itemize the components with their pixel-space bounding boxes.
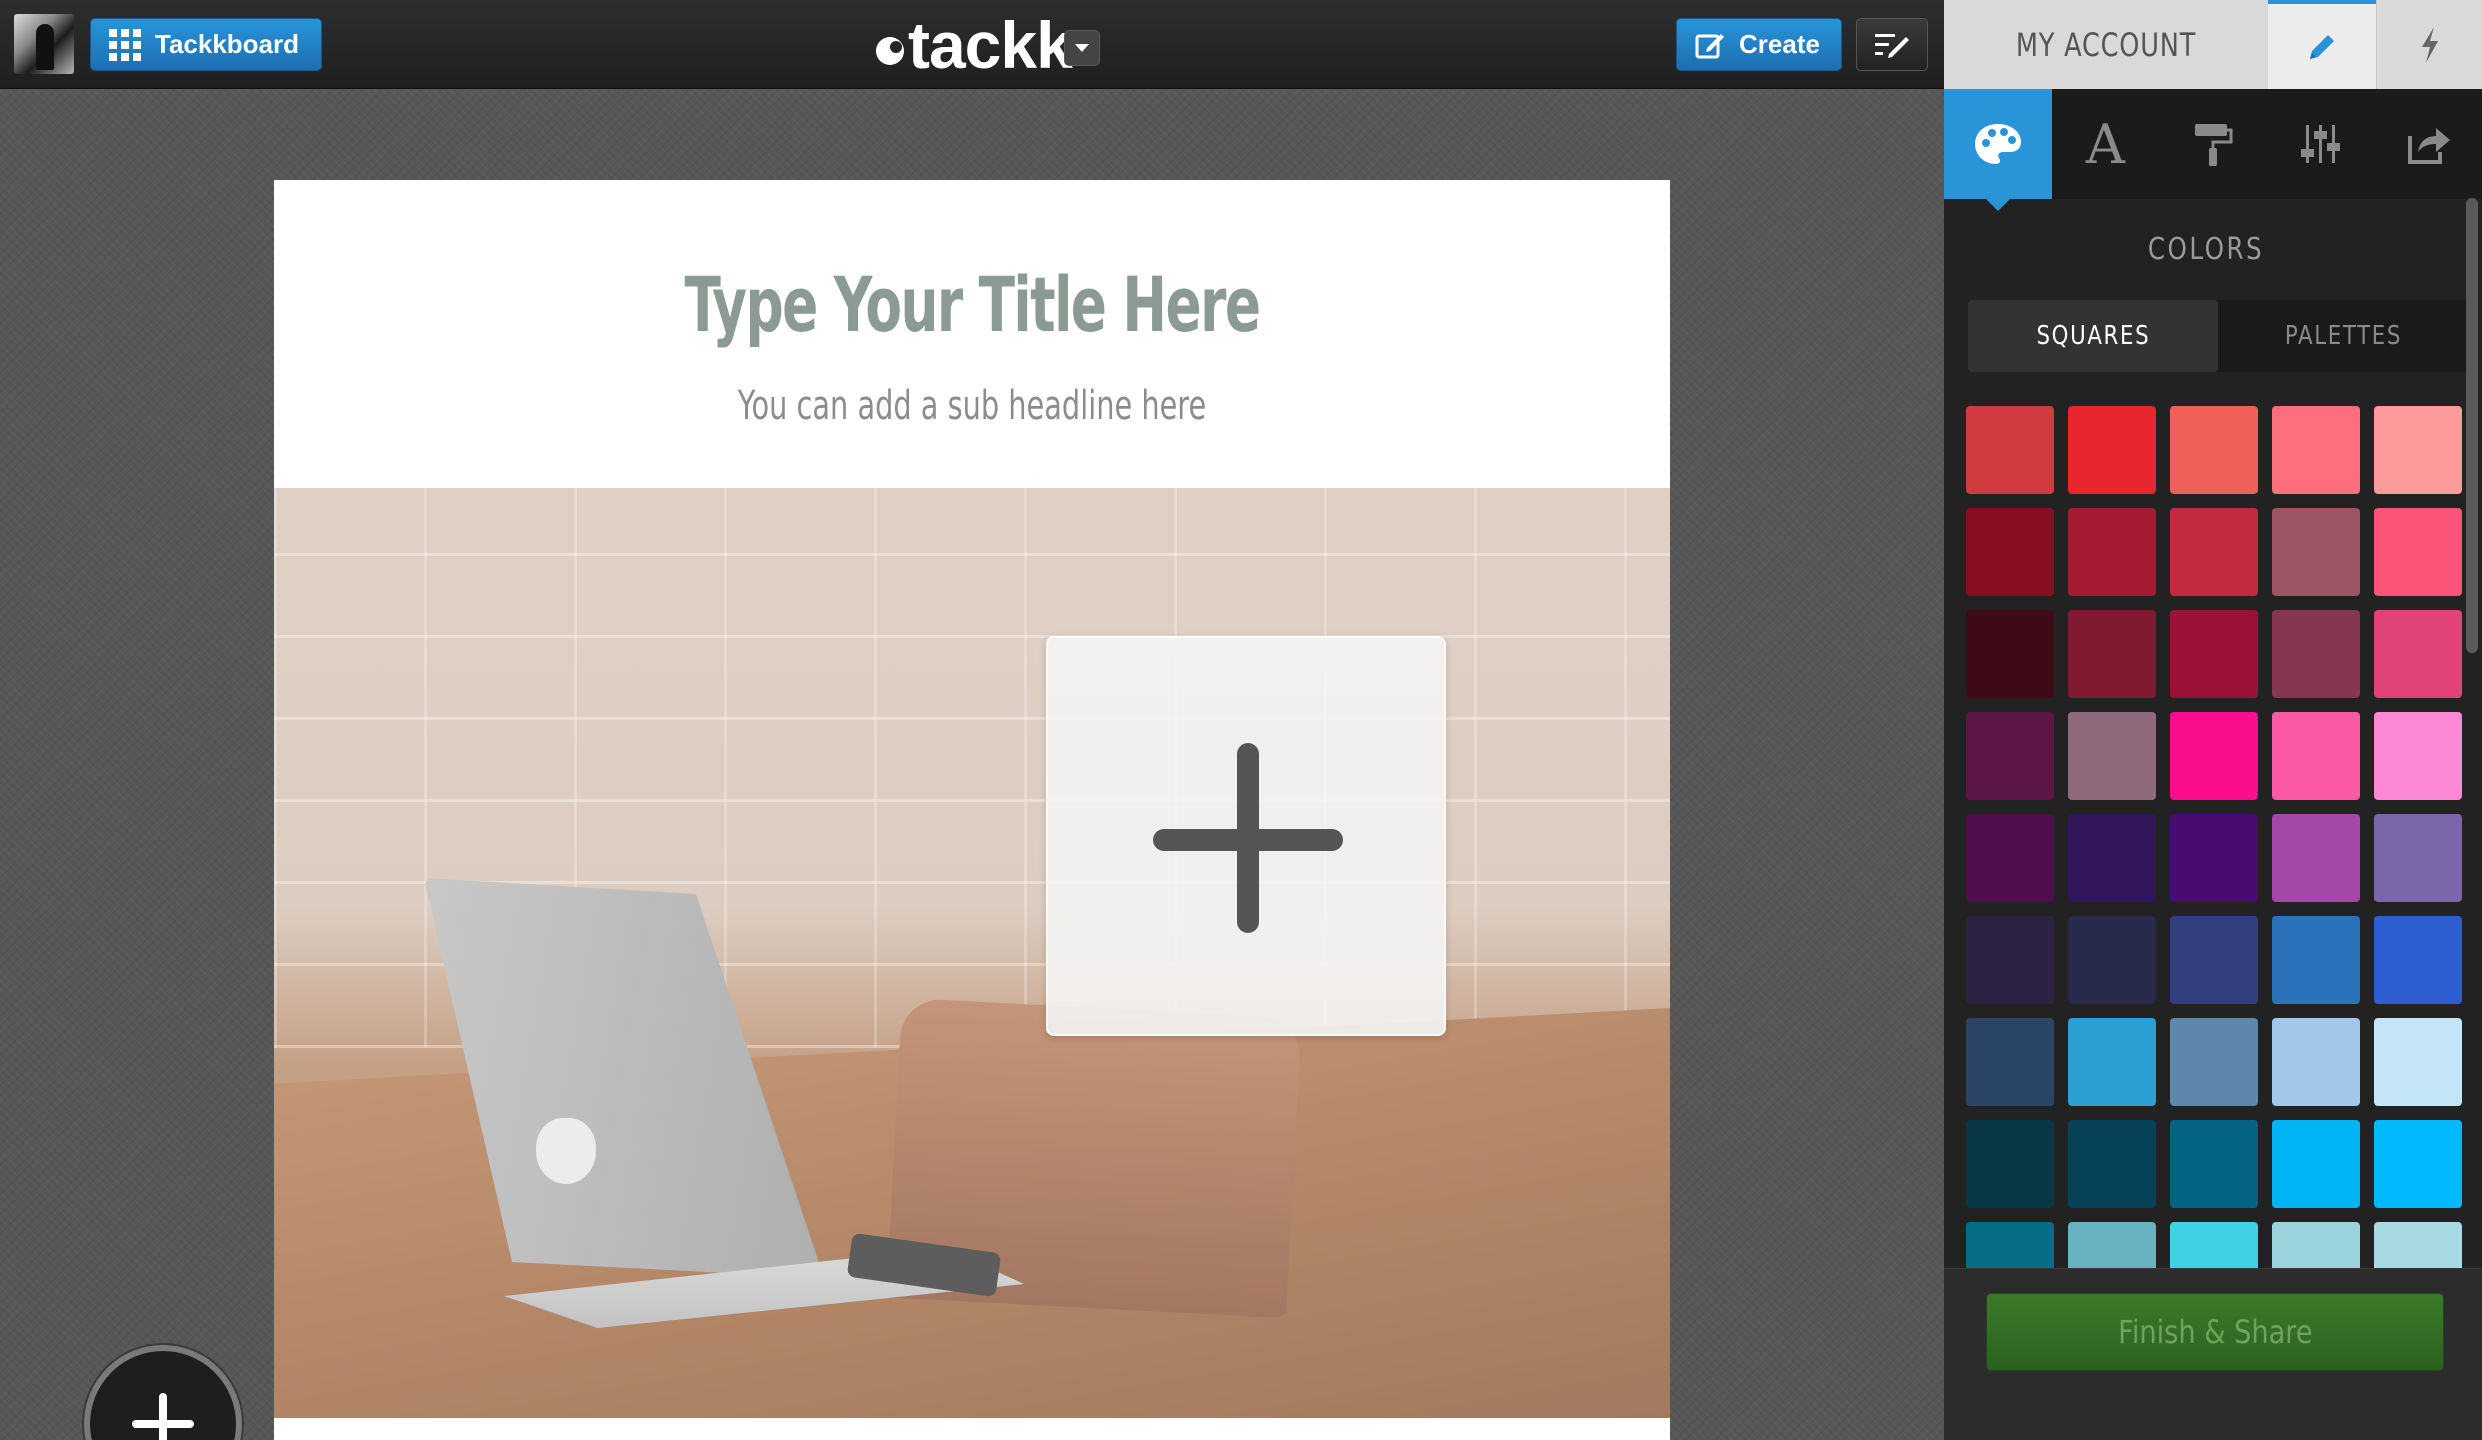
color-swatch[interactable] xyxy=(1966,916,2054,1004)
add-image-button[interactable] xyxy=(1046,636,1446,1036)
avatar[interactable] xyxy=(14,14,74,74)
add-block-button[interactable] xyxy=(84,1345,242,1440)
palettes-tab[interactable]: PALETTES xyxy=(2218,300,2468,372)
color-swatch[interactable] xyxy=(2068,712,2156,800)
lightning-icon xyxy=(2421,26,2438,63)
finish-share-label: Finish & Share xyxy=(2117,1313,2313,1351)
color-swatch[interactable] xyxy=(2170,610,2258,698)
color-swatch[interactable] xyxy=(2374,1018,2462,1106)
color-swatch[interactable] xyxy=(2272,1120,2360,1208)
design-panel: MY ACCOUNT A COLORS SQUARES PALETTES Fin… xyxy=(1944,0,2482,1440)
font-icon: A xyxy=(2085,112,2125,176)
avatar-figure xyxy=(36,24,54,70)
color-swatch[interactable] xyxy=(1966,1222,2054,1268)
color-swatch[interactable] xyxy=(2374,406,2462,494)
color-swatch[interactable] xyxy=(1966,1120,2054,1208)
tackk-logo[interactable]: tackk xyxy=(876,6,1073,84)
color-swatch[interactable] xyxy=(2170,712,2258,800)
chevron-down-icon xyxy=(1075,44,1089,52)
tool-tabs: A xyxy=(1944,89,2482,211)
create-button[interactable]: Create xyxy=(1676,18,1842,71)
color-swatch[interactable] xyxy=(1966,814,2054,902)
logo-text: tackk xyxy=(908,8,1073,82)
notes-button[interactable] xyxy=(1856,18,1928,71)
color-swatch[interactable] xyxy=(2068,610,2156,698)
tackkboard-label: Tackkboard xyxy=(155,29,300,59)
squares-tab[interactable]: SQUARES xyxy=(1968,300,2218,372)
share-icon xyxy=(2408,128,2451,164)
hero-image xyxy=(274,488,1670,1418)
tab-share[interactable] xyxy=(2374,89,2482,199)
edit-tab[interactable] xyxy=(2268,0,2376,89)
grid-icon xyxy=(109,28,141,61)
page-subheadline[interactable]: You can add a sub headline here xyxy=(469,383,1474,429)
palettes-label: PALETTES xyxy=(2284,321,2402,351)
color-swatch[interactable] xyxy=(2374,508,2462,596)
create-label: Create xyxy=(1739,29,1820,59)
color-swatch[interactable] xyxy=(2374,610,2462,698)
edit-square-icon xyxy=(1695,30,1725,60)
color-swatch[interactable] xyxy=(2374,814,2462,902)
color-swatch[interactable] xyxy=(2272,508,2360,596)
color-swatch[interactable] xyxy=(1966,712,2054,800)
color-swatch[interactable] xyxy=(2068,1018,2156,1106)
page-title[interactable]: Type Your Title Here xyxy=(428,260,1517,349)
pencil-icon xyxy=(2310,34,2334,59)
color-swatch[interactable] xyxy=(2170,1018,2258,1106)
squares-label: SQUARES xyxy=(2036,321,2150,351)
panel-footer: Finish & Share xyxy=(1944,1268,2482,1440)
color-swatch[interactable] xyxy=(2374,1120,2462,1208)
color-mode-toggle: SQUARES PALETTES xyxy=(1968,300,2468,372)
top-bar: Tackkboard tackk Create xyxy=(0,0,1944,89)
logo-mark-icon xyxy=(876,37,904,65)
color-swatch[interactable] xyxy=(2068,508,2156,596)
tackkboard-button[interactable]: Tackkboard xyxy=(90,18,322,71)
colors-heading: COLORS xyxy=(2147,232,2265,267)
tab-settings[interactable] xyxy=(2267,89,2375,199)
color-swatch-grid xyxy=(1966,406,2462,1268)
color-swatch[interactable] xyxy=(2374,712,2462,800)
editor-canvas: Type Your Title Here You can add a sub h… xyxy=(0,90,1944,1440)
color-swatch[interactable] xyxy=(1966,610,2054,698)
color-swatch[interactable] xyxy=(2068,814,2156,902)
color-swatch[interactable] xyxy=(2068,1120,2156,1208)
color-swatch[interactable] xyxy=(2374,916,2462,1004)
sliders-icon xyxy=(2300,125,2340,163)
tab-colors[interactable] xyxy=(1944,89,2052,211)
paint-roller-icon xyxy=(2194,124,2233,166)
color-swatch[interactable] xyxy=(2170,508,2258,596)
color-swatch[interactable] xyxy=(2170,406,2258,494)
color-swatch[interactable] xyxy=(2272,406,2360,494)
color-swatch[interactable] xyxy=(2170,916,2258,1004)
color-swatch[interactable] xyxy=(2272,814,2360,902)
finish-share-button[interactable]: Finish & Share xyxy=(1986,1293,2444,1371)
lightning-tab[interactable] xyxy=(2376,0,2482,89)
color-swatch[interactable] xyxy=(1966,1018,2054,1106)
color-swatch[interactable] xyxy=(1966,406,2054,494)
tab-styles[interactable] xyxy=(2159,89,2267,199)
photo-overlay xyxy=(274,488,1670,1418)
color-swatch[interactable] xyxy=(2272,712,2360,800)
color-swatch[interactable] xyxy=(1966,508,2054,596)
color-swatch[interactable] xyxy=(2068,1222,2156,1268)
tab-fonts[interactable]: A xyxy=(2052,89,2160,199)
color-swatch[interactable] xyxy=(2170,814,2258,902)
color-swatch[interactable] xyxy=(2068,406,2156,494)
panel-scrollbar[interactable] xyxy=(2466,198,2478,653)
color-swatch[interactable] xyxy=(2068,916,2156,1004)
my-account-tab[interactable]: MY ACCOUNT xyxy=(1976,0,2235,89)
notes-icon xyxy=(1875,33,1909,58)
color-swatch[interactable] xyxy=(2272,1222,2360,1268)
color-swatch[interactable] xyxy=(2272,916,2360,1004)
color-swatch[interactable] xyxy=(2170,1222,2258,1268)
panel-top-bar: MY ACCOUNT xyxy=(1944,0,2482,89)
color-swatch[interactable] xyxy=(2374,1222,2462,1268)
palette-icon xyxy=(1974,124,2021,164)
tackk-page: Type Your Title Here You can add a sub h… xyxy=(274,180,1670,1440)
logo-dropdown-button[interactable] xyxy=(1064,30,1100,66)
color-swatch[interactable] xyxy=(2272,1018,2360,1106)
color-swatch[interactable] xyxy=(2170,1120,2258,1208)
color-swatch[interactable] xyxy=(2272,610,2360,698)
